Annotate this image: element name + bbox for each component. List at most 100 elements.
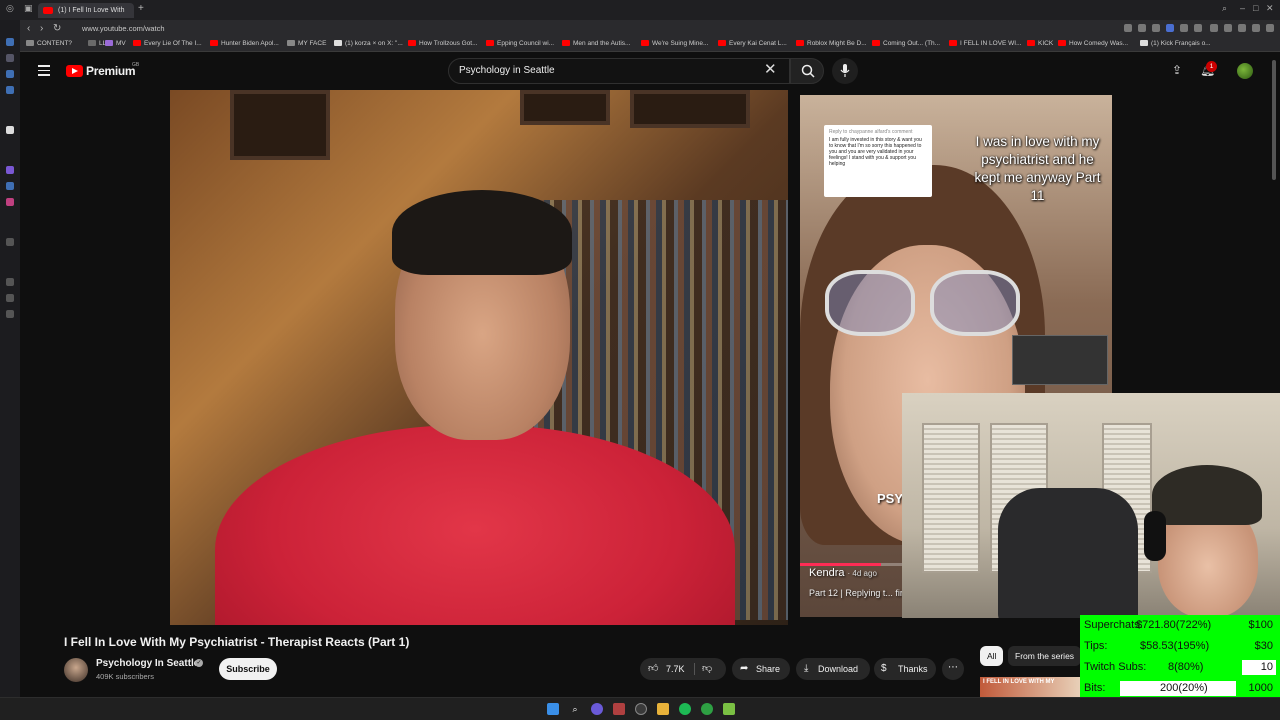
bookmark-item[interactable]: We're Suing Mine... [641,40,708,47]
dislike-icon[interactable]: 👎︎ [702,658,712,680]
bookmark-item[interactable]: How Trollzous Got... [408,40,478,47]
bookmark-label: How Trollzous Got... [419,40,478,47]
thanks-button[interactable]: $ Thanks [874,658,936,680]
menu-dots-icon[interactable] [1266,24,1274,32]
bookmark-item[interactable]: Hunter Biden Apol... [210,40,279,47]
app-icon[interactable] [613,703,625,715]
settings-icon[interactable] [1252,24,1260,32]
maximize-icon[interactable]: □ [1253,3,1258,13]
verified-icon: ✓ [195,659,203,667]
share-label: Share [756,664,781,674]
box-icon[interactable] [1238,24,1246,32]
back-icon[interactable]: ‹ [27,23,30,34]
bookmark-item[interactable]: Every Kai Cenat L... [718,40,787,47]
video-player[interactable] [170,90,788,625]
tiktok-progress-fill [800,563,882,566]
bookmark-item[interactable]: Coming Out... (Th... [872,40,940,47]
app-icon[interactable] [723,703,735,715]
goal-row: Twitch Subs: 8(80%) 10 [1080,657,1280,678]
bookmark-item[interactable]: (1) korza × on X: "... [334,40,403,47]
bookmark-item[interactable]: CONTENT? [26,40,72,47]
new-tab-button[interactable]: + [138,3,144,14]
bookmark-item[interactable]: Roblox Might Be D... [796,40,867,47]
chip-all[interactable]: All [980,646,1004,666]
more-actions-button[interactable]: ⋯ [942,658,964,680]
bookmark-label: Coming Out... (Th... [883,40,941,47]
youtube-logo-icon[interactable] [66,65,83,77]
sidebar-messenger2-icon[interactable] [6,182,14,190]
bookmark-item[interactable]: MY FACE [287,40,326,47]
upload-icon[interactable]: ⇪ [1172,63,1182,77]
page-scrollbar[interactable] [1272,60,1276,180]
vpn-icon[interactable] [1166,24,1174,32]
bookmark-item[interactable]: LL [88,40,106,47]
play-icon[interactable] [1180,24,1188,32]
close-icon[interactable]: ✕ [764,62,777,77]
tiktok-user-meta: · 4d ago [847,569,877,578]
start-icon[interactable] [547,703,559,715]
subscribe-button[interactable]: Subscribe [219,658,277,680]
account-avatar[interactable] [1237,63,1253,79]
sidebar-messenger-icon[interactable] [6,86,14,94]
bookmark-item[interactable]: (1) Kick Français o... [1140,40,1211,47]
forward-icon[interactable]: › [40,23,43,34]
downloads-icon[interactable] [1210,24,1218,32]
bookmark-item[interactable]: KICK [1027,40,1053,47]
search-icon[interactable]: ⌕ [569,703,581,715]
browser-icon[interactable] [635,703,647,715]
tab-list-icon[interactable]: ▣ [24,3,33,14]
reload-icon[interactable]: ↻ [53,23,61,34]
voice-search-button[interactable] [832,58,858,84]
bookmark-item[interactable]: MV [105,40,126,47]
heart-icon[interactable] [1194,24,1202,32]
url-field[interactable]: www.youtube.com/watch [70,22,1110,36]
search-input[interactable]: Psychology in Seattle [448,58,790,84]
spotify-icon[interactable] [679,703,691,715]
search-tabs-icon[interactable]: ⌕ [1222,3,1227,14]
sidebar-history-icon[interactable] [6,278,14,286]
bookmark-item[interactable]: How Comedy Was... [1058,40,1128,47]
search-button[interactable] [790,58,824,84]
extension-icon[interactable] [1138,24,1146,32]
close-window-icon[interactable]: ✕ [1266,3,1274,14]
app-icon[interactable] [591,703,603,715]
minimize-icon[interactable]: – [1240,3,1245,13]
sidebar-twitch-icon[interactable] [6,166,14,174]
bookmark-item[interactable]: Every Lie Of The I... [133,40,202,47]
bookmark-icon [26,40,34,47]
share-button[interactable]: ➦ Share [732,658,790,680]
bookmark-label: CONTENT? [37,40,73,47]
hamburger-icon[interactable] [38,65,50,76]
browser-menu-icon[interactable]: ◎ [6,3,14,14]
goal-row: Tips: $58.53(195%) $30 [1080,636,1280,657]
screenshot-icon[interactable] [1152,24,1160,32]
camera-icon[interactable] [1224,24,1232,32]
download-button[interactable]: ⤓ Download [796,658,870,680]
bookmark-item[interactable]: I FELL IN LOVE WI... [949,40,1022,47]
youtube-logo-text[interactable]: Premium [86,64,136,78]
xbox-icon[interactable] [701,703,713,715]
browser-tab-active[interactable]: (1) I Fell In Love With [38,3,134,18]
goal-label: Twitch Subs: [1084,661,1147,673]
channel-name[interactable]: Psychology In Seattle [96,658,199,669]
chip-from-the-series[interactable]: From the series [1008,646,1082,666]
folder-icon[interactable] [657,703,669,715]
bookmark-label: Hunter Biden Apol... [221,40,279,47]
sidebar-home-icon[interactable] [6,38,14,46]
up-next-thumbnail[interactable]: I FELL IN LOVE WITH MY [980,677,1080,697]
channel-avatar[interactable] [64,658,88,682]
sidebar-bag-icon[interactable] [6,54,14,62]
sidebar-aria-icon[interactable] [6,126,14,134]
sidebar-instagram-icon[interactable] [6,198,14,206]
like-count[interactable]: 7.7K [666,658,685,680]
like-icon[interactable]: 👍︎ [648,658,658,680]
goal-label: Tips: [1084,640,1108,652]
sidebar-extensions-icon[interactable] [6,294,14,302]
bookmark-icon [334,40,342,47]
sidebar-clock-icon[interactable] [6,238,14,246]
sidebar-settings-icon[interactable] [6,310,14,318]
bookmark-item[interactable]: Men and the Autis... [562,40,630,47]
bookmark-item[interactable]: Epping Council wi... [486,40,554,47]
zoom-icon[interactable] [1124,24,1132,32]
sidebar-chat-icon[interactable] [6,70,14,78]
